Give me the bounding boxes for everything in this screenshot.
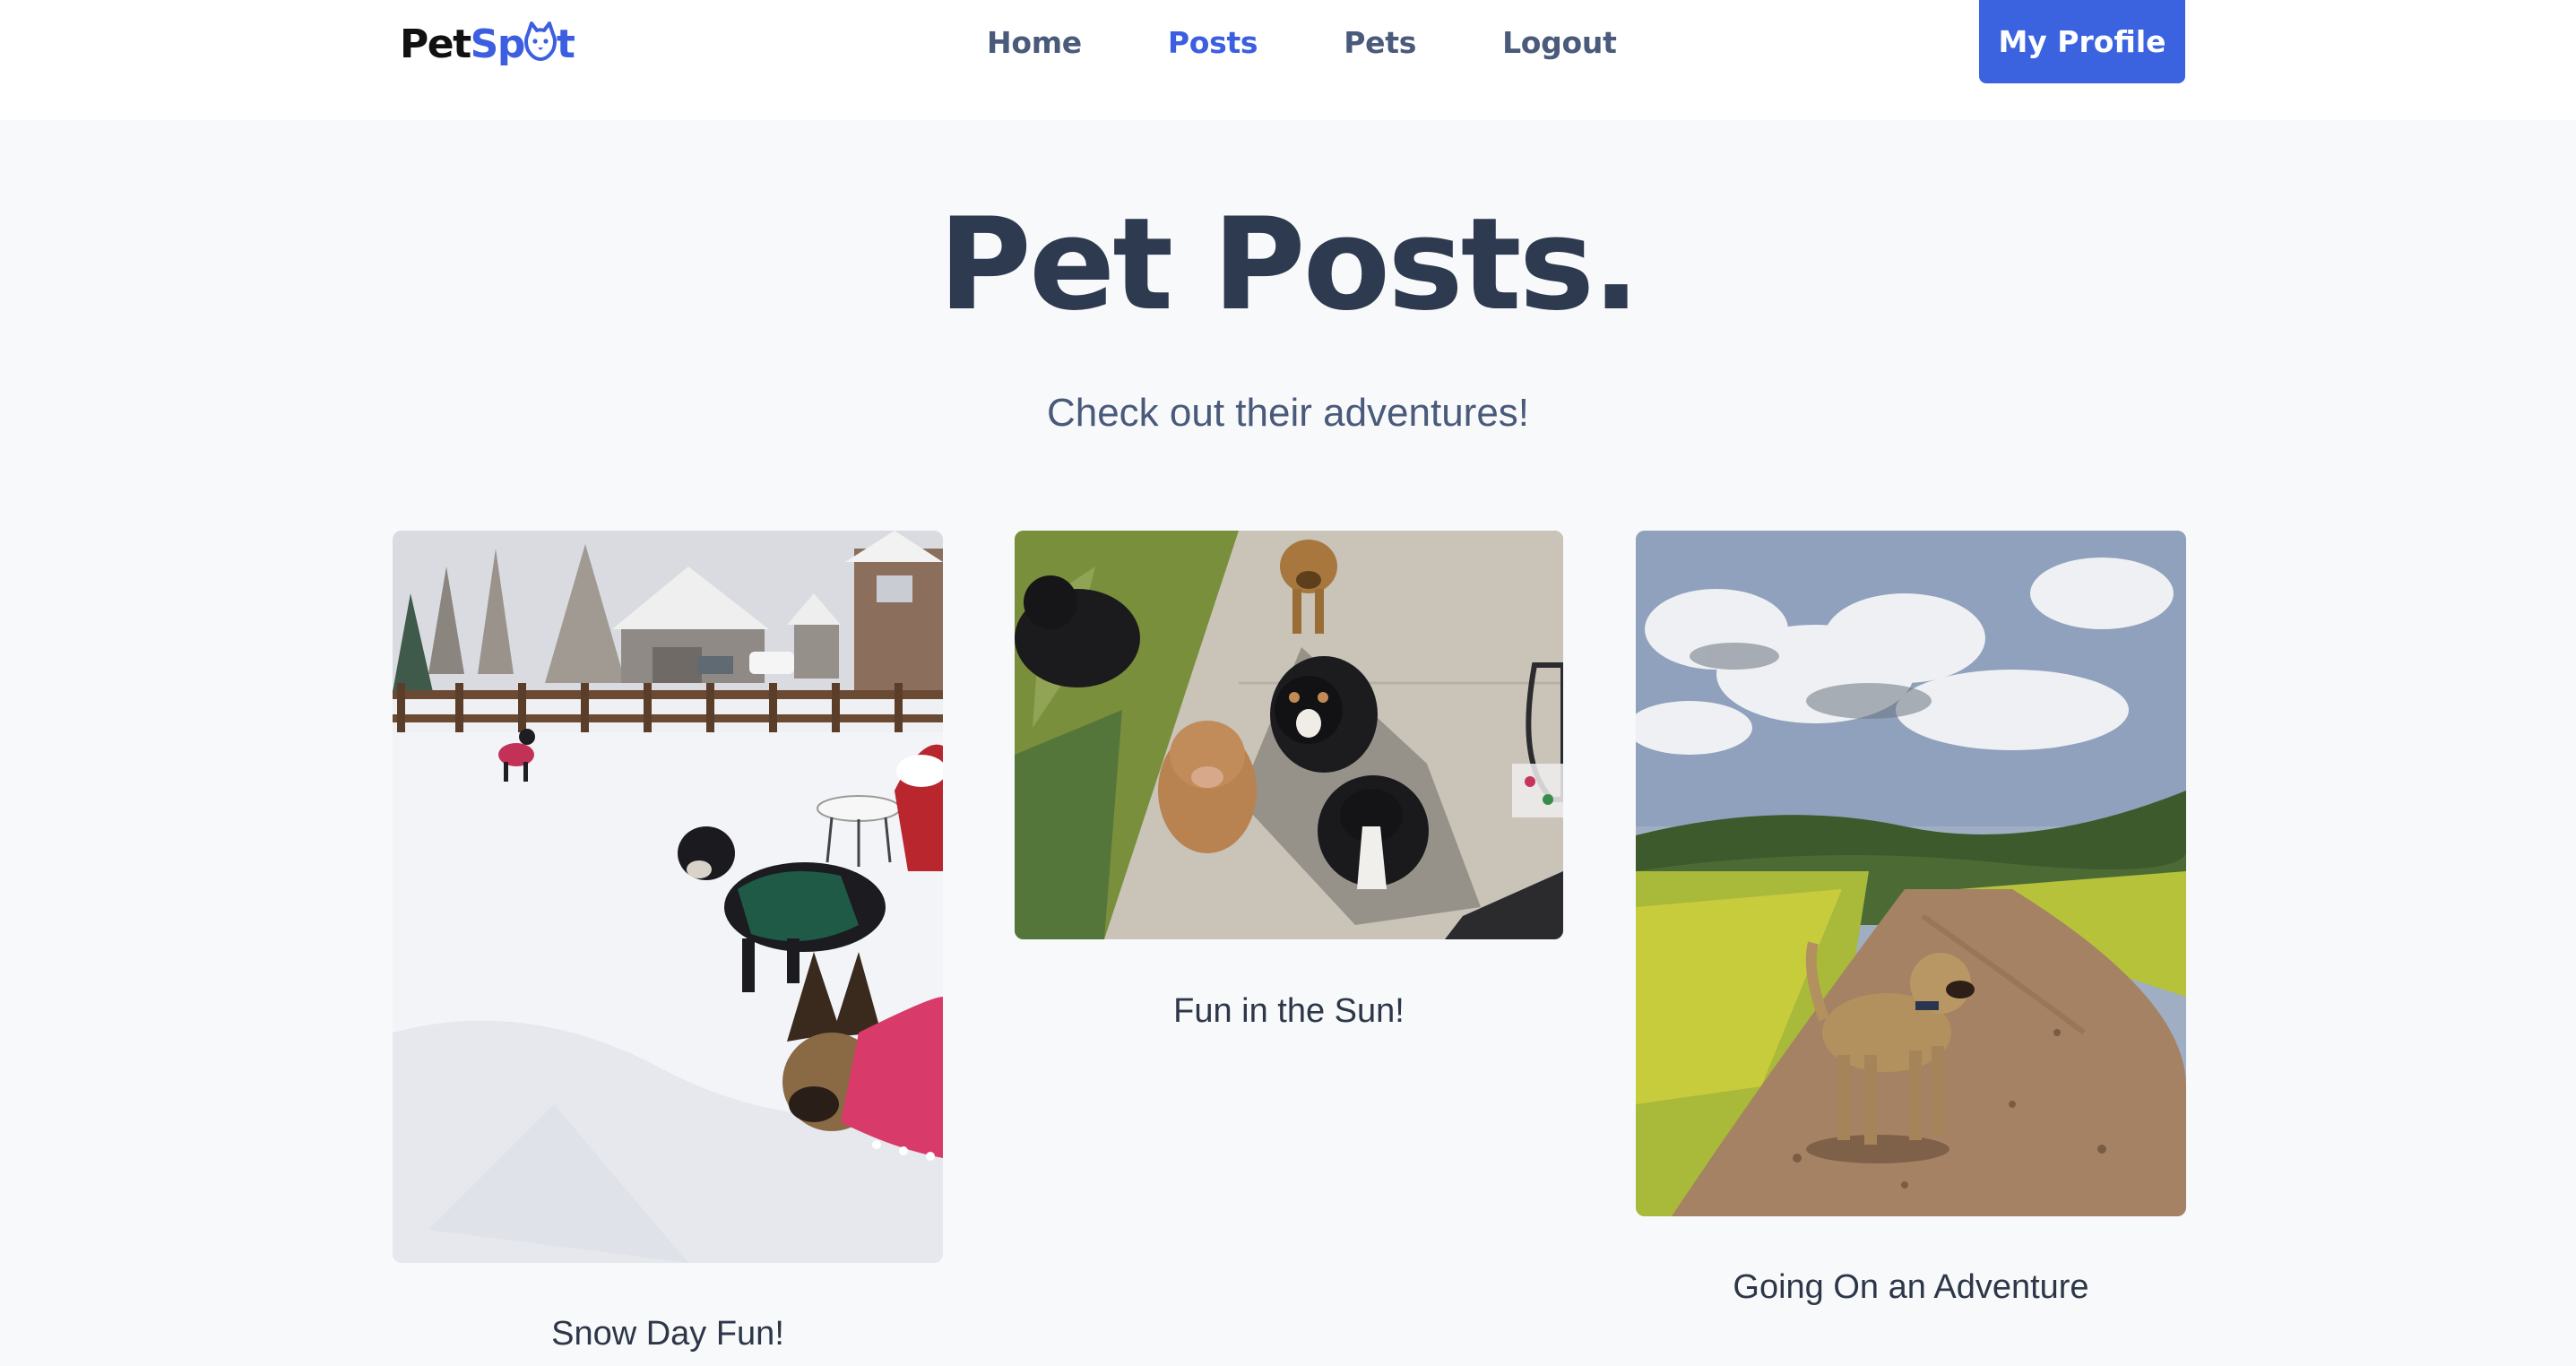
page-subtitle: Check out their adventures! <box>1046 391 1530 435</box>
top-navbar: Pet Sp t Home Posts Pets Logout My Profi… <box>0 0 2576 120</box>
post-photo-dogs-on-sidewalk[interactable] <box>1015 531 1563 939</box>
nav-link-pets[interactable]: Pets <box>1344 25 1416 60</box>
logo-text-t: t <box>556 21 575 67</box>
post-caption: Snow Day Fun! <box>551 1315 784 1353</box>
post-photo-dogs-in-snow[interactable] <box>393 531 943 1263</box>
post-caption: Going On an Adventure <box>1733 1268 2089 1306</box>
post-caption: Fun in the Sun! <box>1173 992 1405 1030</box>
nav-link-home[interactable]: Home <box>987 25 1082 60</box>
petspot-logo[interactable]: Pet Sp t <box>400 16 575 72</box>
logo-text-sp: Sp <box>470 21 526 67</box>
page-title: Pet Posts. <box>938 191 1640 339</box>
my-profile-button[interactable]: My Profile <box>1979 0 2185 83</box>
main-nav: Home Posts Pets Logout <box>987 20 1617 65</box>
logo-text-pet: Pet <box>400 21 471 67</box>
nav-link-posts[interactable]: Posts <box>1168 25 1258 60</box>
nav-link-logout[interactable]: Logout <box>1502 25 1617 60</box>
post-photo-dog-on-trail[interactable] <box>1636 531 2186 1216</box>
cat-face-icon <box>523 22 558 63</box>
